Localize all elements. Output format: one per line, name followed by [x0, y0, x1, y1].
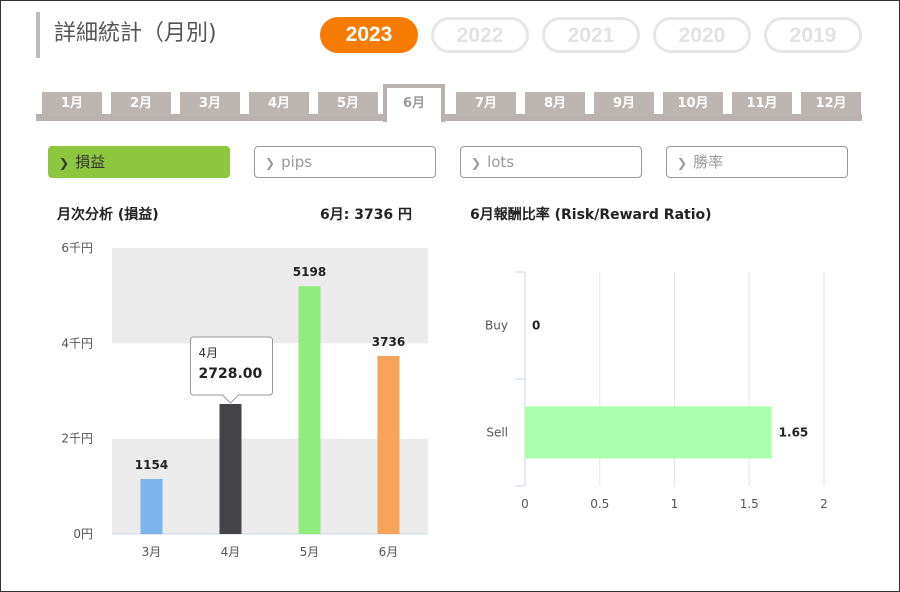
x-tick-label: 1 — [671, 497, 679, 511]
chevron-right-icon: ❯ — [265, 156, 276, 170]
x-tick-label: 6月 — [379, 545, 399, 559]
tooltip-category: 4月 — [199, 346, 219, 360]
year-tab-2021[interactable]: 2021 — [542, 17, 640, 53]
chevron-right-icon: ❯ — [471, 156, 482, 170]
bar — [140, 478, 163, 534]
metric-lots-button[interactable]: ❯ lots — [460, 146, 642, 178]
left-chart-summary: 6月: 3736 円 — [320, 207, 413, 223]
month-tab-3[interactable]: 3月 — [180, 92, 240, 116]
x-tick-label: 1.5 — [740, 497, 759, 511]
month-tab-12[interactable]: 12月 — [801, 92, 861, 116]
y-tick-label: 0円 — [73, 527, 93, 541]
tooltip-value: 2728.00 — [199, 366, 263, 382]
year-tab-2023[interactable]: 2023 — [320, 17, 418, 53]
metric-win-rate-button[interactable]: ❯ 勝率 — [666, 146, 848, 178]
month-tab-10[interactable]: 10月 — [663, 92, 723, 116]
chevron-right-icon: ❯ — [677, 156, 688, 170]
metric-label: 勝率 — [693, 153, 724, 171]
plot-band — [112, 248, 428, 344]
month-tab-5[interactable]: 5月 — [318, 92, 378, 116]
y-tick-label: 6千円 — [61, 241, 93, 255]
month-tab-7[interactable]: 7月 — [456, 92, 516, 116]
x-tick-label: 0 — [521, 497, 529, 511]
data-label: 0 — [532, 319, 540, 333]
y-tick-label: 2千円 — [61, 432, 93, 446]
month-tab-6[interactable]: 6月 — [383, 84, 445, 122]
metric-label: pips — [281, 153, 313, 171]
tooltip-pointer-cover — [223, 392, 238, 396]
y-tick-label: 4千円 — [61, 336, 93, 350]
x-tick-label: 3月 — [142, 545, 162, 559]
year-tab-2020[interactable]: 2020 — [653, 17, 751, 53]
x-tick-label: 5月 — [300, 545, 320, 559]
metric-label: lots — [487, 153, 515, 171]
tooltip-pointer — [221, 394, 240, 404]
year-tab-2019[interactable]: 2019 — [764, 17, 862, 53]
page-title: 詳細統計（月別) — [36, 12, 217, 58]
data-label: 1154 — [135, 458, 168, 472]
data-label: 3736 — [372, 335, 405, 349]
y-tick-label: Buy — [485, 319, 508, 333]
month-tab-9[interactable]: 9月 — [594, 92, 654, 116]
bar — [525, 406, 772, 459]
month-tab-8[interactable]: 8月 — [525, 92, 585, 116]
month-tab-1[interactable]: 1月 — [42, 92, 102, 116]
x-tick-label: 0.5 — [590, 497, 609, 511]
x-tick-label: 4月 — [221, 545, 241, 559]
right-chart-title: 6月報酬比率 (Risk/Reward Ratio) — [470, 207, 712, 223]
metric-label: 損益 — [75, 153, 106, 171]
month-tab-11[interactable]: 11月 — [732, 92, 792, 116]
metric-profit-button[interactable]: ❯ 損益 — [48, 146, 230, 178]
year-tab-2022[interactable]: 2022 — [431, 17, 529, 53]
bar — [298, 286, 321, 534]
monthly-pl-chart: 0円2千円4千円6千円11543月27284月51985月37366月4月272… — [61, 241, 428, 559]
left-chart-title: 月次分析 (損益) — [57, 207, 159, 223]
bar — [377, 355, 400, 534]
data-label: 5198 — [293, 265, 326, 279]
month-tab-2[interactable]: 2月 — [111, 92, 171, 116]
data-label: 1.65 — [779, 426, 809, 440]
risk-reward-chart: 0 0.5 1 1.5 2 Buy 0 Sell 1.65 — [485, 271, 828, 511]
bar — [219, 403, 242, 534]
month-tab-4[interactable]: 4月 — [249, 92, 309, 116]
chevron-right-icon: ❯ — [59, 156, 70, 170]
metric-pips-button[interactable]: ❯ pips — [254, 146, 436, 178]
x-tick-label: 2 — [820, 497, 828, 511]
y-tick-label: Sell — [486, 426, 508, 440]
